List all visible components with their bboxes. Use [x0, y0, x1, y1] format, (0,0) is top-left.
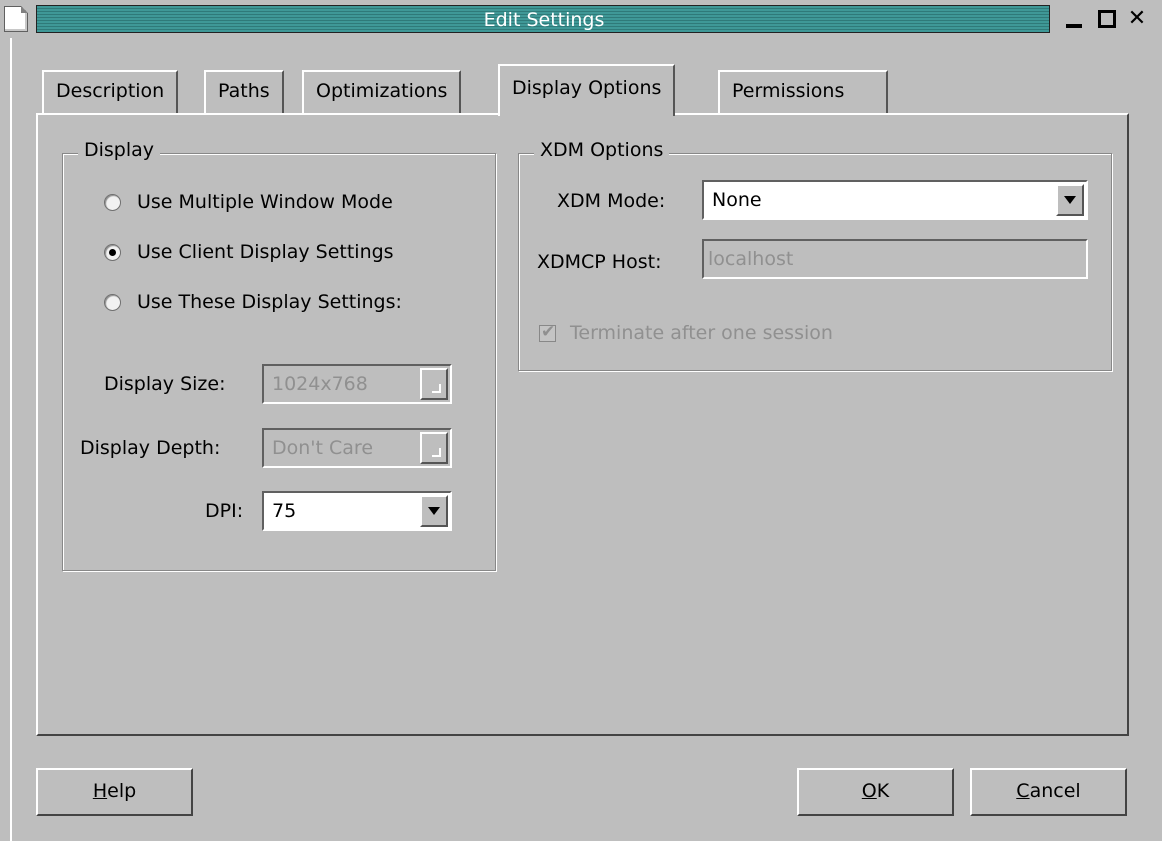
display-depth-value: Don't Care: [272, 437, 374, 459]
help-mnemonic: H: [92, 780, 108, 802]
display-depth-label: Display Depth:: [80, 437, 221, 459]
radio-multiple-window-label[interactable]: Use Multiple Window Mode: [137, 191, 393, 213]
tab-display-options[interactable]: Display Options: [498, 64, 676, 116]
ok-label-rest: K: [876, 780, 890, 802]
cancel-label-rest: ancel: [1029, 780, 1081, 802]
xdmcp-host-input[interactable]: localhost: [702, 239, 1088, 279]
radio-client-display-label[interactable]: Use Client Display Settings: [137, 241, 394, 263]
display-size-value: 1024x768: [272, 373, 368, 395]
dpi-select[interactable]: 75: [262, 491, 452, 531]
minimize-icon[interactable]: [1063, 8, 1085, 30]
window-title: Edit Settings: [483, 9, 605, 31]
xdm-mode-select[interactable]: None: [702, 180, 1088, 220]
xdm-group-title: XDM Options: [534, 139, 670, 161]
cancel-mnemonic: C: [1016, 780, 1030, 802]
terminate-checkbox[interactable]: [539, 322, 556, 342]
radio-these-display[interactable]: [104, 294, 121, 311]
xdmcp-host-label: XDMCP Host:: [537, 251, 662, 273]
ok-mnemonic: O: [861, 780, 877, 802]
tab-optimizations[interactable]: Optimizations: [302, 70, 462, 115]
radio-multiple-window[interactable]: [104, 194, 121, 211]
radio-these-display-label[interactable]: Use These Display Settings:: [137, 291, 402, 313]
cancel-button[interactable]: Cancel: [970, 768, 1127, 816]
radio-client-display[interactable]: [104, 244, 121, 261]
tab-permissions[interactable]: Permissions: [718, 70, 888, 115]
tab-paths[interactable]: Paths: [204, 70, 284, 115]
xdm-mode-label: XDM Mode:: [557, 190, 666, 212]
help-label-rest: elp: [107, 780, 137, 802]
window-menu-icon[interactable]: [4, 6, 28, 32]
xdmcp-host-value: localhost: [708, 248, 794, 270]
ok-button[interactable]: OK: [797, 768, 954, 816]
display-depth-select[interactable]: Don't Care: [262, 428, 452, 468]
dpi-value: 75: [272, 500, 297, 522]
maximize-icon[interactable]: [1096, 8, 1118, 30]
title-bar[interactable]: Edit Settings ✕: [0, 0, 1162, 38]
display-size-label: Display Size:: [104, 373, 226, 395]
help-button[interactable]: Help: [36, 768, 193, 816]
xdm-mode-dropdown-icon[interactable]: [1056, 184, 1084, 216]
display-group-title: Display: [78, 139, 161, 161]
xdm-mode-value: None: [712, 189, 762, 211]
display-depth-dropdown-icon[interactable]: [420, 432, 448, 464]
tab-description[interactable]: Description: [42, 70, 179, 115]
display-size-dropdown-icon[interactable]: [420, 368, 448, 400]
terminate-label[interactable]: Terminate after one session: [570, 322, 833, 344]
dpi-dropdown-icon[interactable]: [420, 495, 448, 527]
display-size-select[interactable]: 1024x768: [262, 364, 452, 404]
dpi-label: DPI:: [205, 500, 244, 522]
close-icon[interactable]: ✕: [1126, 8, 1148, 30]
title-strip[interactable]: Edit Settings: [36, 5, 1050, 33]
